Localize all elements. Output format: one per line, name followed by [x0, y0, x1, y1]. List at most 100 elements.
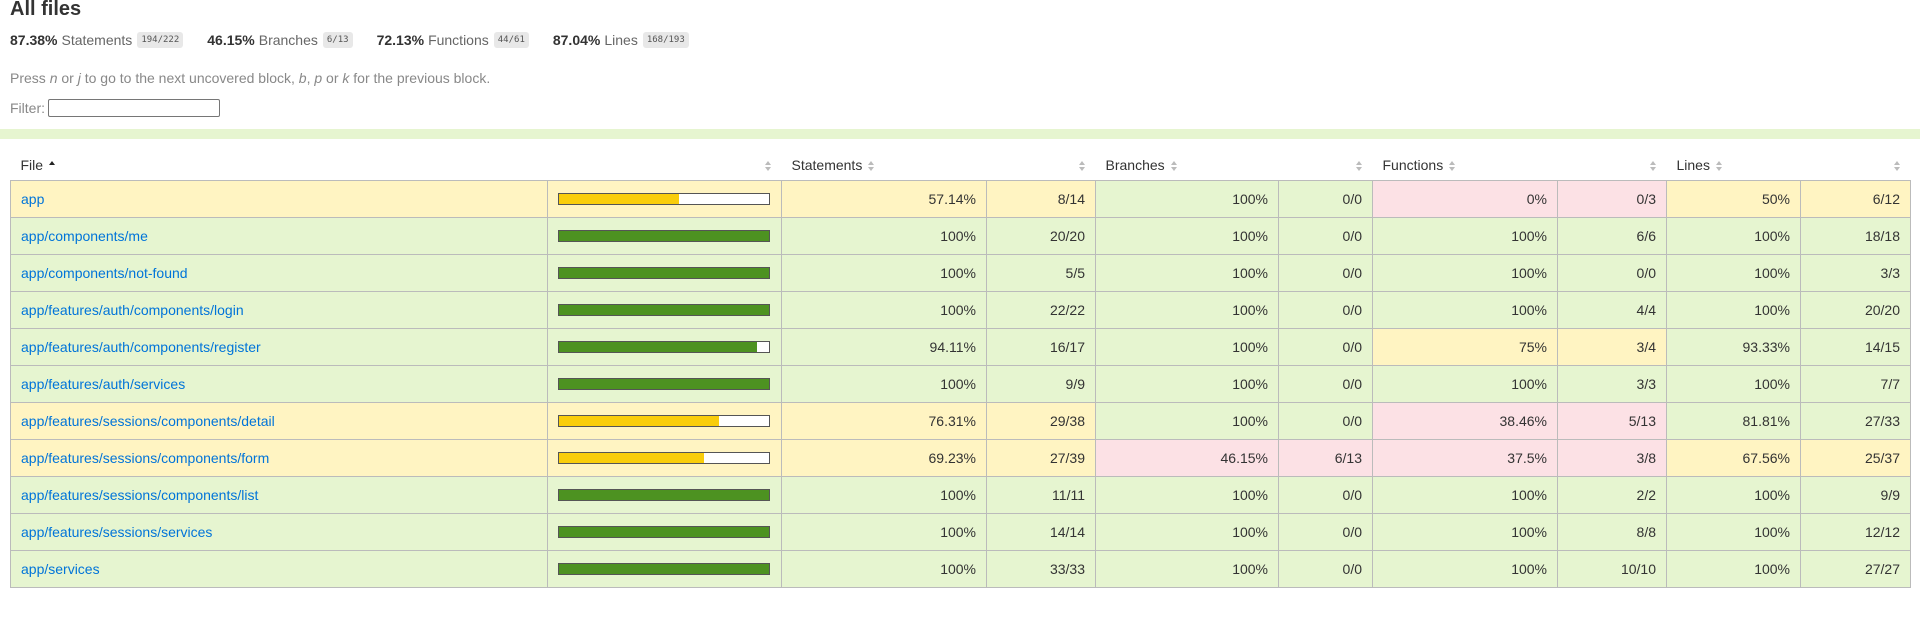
sort-icon [1170, 161, 1178, 172]
statements-pct: 100% [781, 513, 987, 551]
lines-pct: 100% [1666, 550, 1801, 588]
coverage-bar-fill [559, 305, 769, 315]
summary-pct: 72.13% [376, 32, 425, 48]
header-functions-raw[interactable] [1558, 150, 1667, 181]
header-lines-raw[interactable] [1801, 150, 1911, 181]
file-link[interactable]: app/components/me [21, 228, 148, 244]
lines-pct: 100% [1666, 365, 1801, 403]
file-cell: app/features/auth/components/login [10, 291, 548, 329]
lines-pct: 100% [1666, 217, 1801, 255]
file-cell: app/features/sessions/components/detail [10, 402, 548, 440]
lines-pct: 93.33% [1666, 328, 1801, 366]
sort-icon [1449, 161, 1456, 172]
table-row: app/features/sessions/components/list 100… [10, 476, 1911, 514]
coverage-bar [558, 304, 770, 316]
hint-key: b [298, 70, 307, 86]
coverage-bar-fill [559, 416, 720, 426]
file-link[interactable]: app [21, 191, 44, 207]
functions-fraction: 3/3 [1557, 365, 1667, 403]
summary-fraction: 6/13 [322, 32, 353, 48]
hint-text: Press [10, 70, 50, 86]
coverage-bar [558, 378, 770, 390]
branches-fraction: 0/0 [1278, 180, 1373, 218]
functions-fraction: 2/2 [1557, 476, 1667, 514]
statements-pct: 57.14% [781, 180, 987, 218]
coverage-bar [558, 526, 770, 538]
coverage-bar-cell [547, 439, 782, 477]
functions-pct: 100% [1372, 550, 1558, 588]
header-section: All files 87.38% Statements 194/222 46.1… [0, 0, 1920, 119]
lines-fraction: 18/18 [1800, 217, 1911, 255]
file-link[interactable]: app/components/not-found [21, 265, 188, 281]
file-link[interactable]: app/features/auth/services [21, 376, 185, 392]
header-statements[interactable]: Statements [782, 150, 987, 181]
filter-input[interactable] [48, 99, 220, 117]
coverage-bar [558, 193, 770, 205]
coverage-bar-cell [547, 365, 782, 403]
functions-pct: 100% [1372, 476, 1558, 514]
file-link[interactable]: app/features/auth/components/login [21, 302, 244, 318]
hint-key: p [314, 70, 323, 86]
sort-icon [868, 161, 875, 172]
sort-icon [1715, 161, 1723, 172]
coverage-bar [558, 267, 770, 279]
table-row: app 57.14% 8/14 100% 0/0 0% 0/3 50% 6/12 [10, 180, 1911, 218]
functions-fraction: 0/3 [1557, 180, 1667, 218]
header-statements-raw[interactable] [987, 150, 1096, 181]
summary-branches: 46.15% Branches 6/13 [207, 32, 353, 48]
hint-text: or [57, 70, 78, 86]
header-label: File [20, 157, 44, 173]
coverage-bar [558, 452, 770, 464]
functions-fraction: 5/13 [1557, 402, 1667, 440]
hint-text: to go to the next uncovered block, [80, 70, 299, 86]
table-row: app/components/not-found 100% 5/5 100% 0/0 10… [10, 254, 1911, 292]
summary-fraction: 168/193 [642, 32, 689, 48]
file-link[interactable]: app/features/sessions/components/list [21, 487, 258, 503]
header-branches[interactable]: Branches [1096, 150, 1279, 181]
functions-fraction: 6/6 [1557, 217, 1667, 255]
summary-pct: 87.04% [552, 32, 601, 48]
header-coverage-pic[interactable] [548, 150, 782, 181]
file-link[interactable]: app/features/sessions/components/form [21, 450, 269, 466]
file-cell: app/components/me [10, 217, 548, 255]
functions-pct: 100% [1372, 291, 1558, 329]
coverage-bar-cell [547, 513, 782, 551]
table-row: app/features/sessions/components/detail 7… [10, 402, 1911, 440]
branches-pct: 100% [1095, 180, 1279, 218]
branches-pct: 100% [1095, 402, 1279, 440]
file-cell: app/features/sessions/services [10, 513, 548, 551]
header-lines[interactable]: Lines [1667, 150, 1801, 181]
statements-pct: 100% [781, 476, 987, 514]
coverage-bar-fill [559, 268, 769, 278]
branches-fraction: 0/0 [1278, 550, 1373, 588]
header-branches-raw[interactable] [1279, 150, 1373, 181]
functions-fraction: 0/0 [1557, 254, 1667, 292]
lines-pct: 67.56% [1666, 439, 1801, 477]
file-link[interactable]: app/services [21, 561, 100, 577]
lines-fraction: 14/15 [1800, 328, 1911, 366]
lines-fraction: 25/37 [1800, 439, 1911, 477]
coverage-bar-fill [559, 231, 769, 241]
sort-icon [1649, 161, 1657, 172]
file-link[interactable]: app/features/auth/components/register [21, 339, 261, 355]
coverage-bar-cell [547, 180, 782, 218]
statements-fraction: 14/14 [986, 513, 1096, 551]
header-functions[interactable]: Functions [1373, 150, 1558, 181]
coverage-bar [558, 341, 770, 353]
coverage-bar-fill [559, 490, 769, 500]
sort-icon [1893, 161, 1901, 172]
sort-icon [1355, 161, 1363, 172]
lines-fraction: 27/33 [1800, 402, 1911, 440]
coverage-bar-cell [547, 254, 782, 292]
functions-pct: 100% [1372, 217, 1558, 255]
header-file[interactable]: File [11, 150, 548, 181]
summary-label: Lines [604, 32, 638, 48]
lines-fraction: 9/9 [1800, 476, 1911, 514]
branches-pct: 100% [1095, 550, 1279, 588]
file-link[interactable]: app/features/sessions/services [21, 524, 212, 540]
coverage-bar [558, 230, 770, 242]
functions-pct: 100% [1372, 513, 1558, 551]
table-body: app 57.14% 8/14 100% 0/0 0% 0/3 50% 6/12 app/comp… [10, 180, 1911, 588]
file-link[interactable]: app/features/sessions/components/detail [21, 413, 275, 429]
lines-pct: 100% [1666, 254, 1801, 292]
